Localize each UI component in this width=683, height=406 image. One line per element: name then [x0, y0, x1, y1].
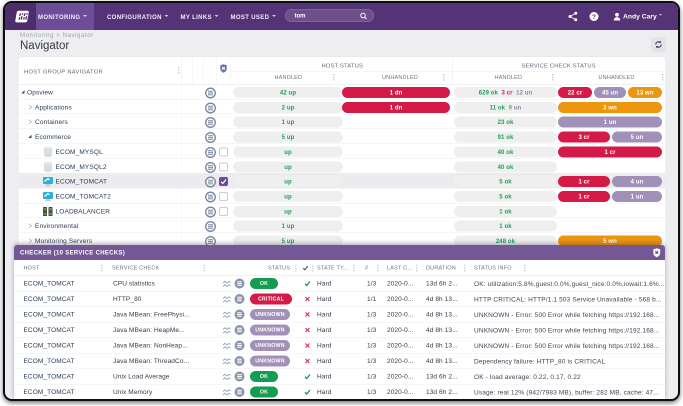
svg-text:?: ?	[592, 13, 596, 20]
